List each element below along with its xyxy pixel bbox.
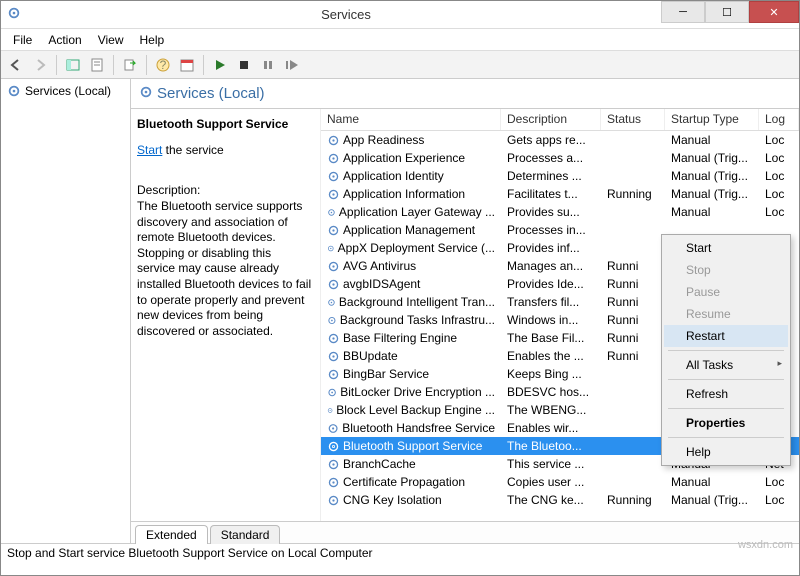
gear-icon	[327, 476, 340, 489]
start-link[interactable]: Start	[137, 143, 162, 157]
gear-icon	[327, 278, 340, 291]
tree-pane: Services (Local)	[1, 79, 131, 543]
tree-node-services-local[interactable]: Services (Local)	[5, 83, 126, 99]
ctx-pause[interactable]: Pause	[664, 281, 788, 303]
title-bar: Services ─ ☐ ✕	[1, 1, 799, 29]
pane-header: Services (Local)	[131, 79, 799, 109]
ctx-refresh[interactable]: Refresh	[664, 383, 788, 405]
table-row[interactable]: App ReadinessGets apps re...ManualLoc	[321, 131, 799, 149]
col-startup-type[interactable]: Startup Type	[665, 109, 759, 130]
properties-toolbar-button[interactable]	[86, 54, 108, 76]
window-title: Services	[31, 7, 661, 22]
gear-icon	[327, 368, 340, 381]
col-name[interactable]: Name	[321, 109, 501, 130]
ctx-restart[interactable]: Restart	[664, 325, 788, 347]
start-service-line: Start the service	[137, 143, 312, 157]
ctx-help[interactable]: Help	[664, 441, 788, 463]
col-logon[interactable]: Log	[759, 109, 799, 130]
gear-icon	[327, 152, 340, 165]
gear-icon	[327, 386, 337, 399]
export-button[interactable]	[119, 54, 141, 76]
selected-service-name: Bluetooth Support Service	[137, 117, 312, 131]
help-toolbar-button[interactable]: ?	[152, 54, 174, 76]
gear-icon	[327, 134, 340, 147]
close-button[interactable]: ✕	[749, 1, 799, 23]
app-icon	[7, 6, 25, 24]
gear-icon	[327, 206, 336, 219]
gear-icon	[327, 314, 337, 327]
menu-help[interactable]: Help	[132, 31, 173, 49]
tab-standard[interactable]: Standard	[210, 525, 281, 544]
toolbar: ?	[1, 51, 799, 79]
pane-title: Services (Local)	[157, 85, 265, 102]
table-row[interactable]: Application ExperienceProcesses a...Manu…	[321, 149, 799, 167]
svg-text:?: ?	[160, 58, 167, 72]
gear-icon	[327, 458, 340, 471]
menu-view[interactable]: View	[90, 31, 132, 49]
gear-icon	[327, 170, 340, 183]
menu-bar: File Action View Help	[1, 29, 799, 51]
minimize-button[interactable]: ─	[661, 1, 705, 23]
gear-icon	[327, 242, 335, 255]
tree-node-label: Services (Local)	[25, 84, 111, 98]
table-row[interactable]: Certificate PropagationCopies user ...Ma…	[321, 473, 799, 491]
list-header: Name Description Status Startup Type Log	[321, 109, 799, 131]
gear-icon	[327, 422, 339, 435]
gear-icon	[327, 188, 340, 201]
gear-icon	[327, 224, 340, 237]
calendar-icon[interactable]	[176, 54, 198, 76]
watermark: wsxdn.com	[738, 539, 793, 551]
gear-icon	[327, 494, 340, 507]
gear-icon	[139, 85, 153, 102]
table-row[interactable]: CNG Key IsolationThe CNG ke...RunningMan…	[321, 491, 799, 509]
description-text: The Bluetooth service supports discovery…	[137, 199, 312, 339]
status-bar: Stop and Start service Bluetooth Support…	[1, 543, 799, 563]
maximize-button[interactable]: ☐	[705, 1, 749, 23]
gear-icon	[327, 260, 340, 273]
ctx-stop[interactable]: Stop	[664, 259, 788, 281]
gear-icon	[327, 350, 340, 363]
menu-file[interactable]: File	[5, 31, 40, 49]
col-description[interactable]: Description	[501, 109, 601, 130]
col-status[interactable]: Status	[601, 109, 665, 130]
forward-button[interactable]	[29, 54, 51, 76]
ctx-resume[interactable]: Resume	[664, 303, 788, 325]
pause-service-button[interactable]	[257, 54, 279, 76]
restart-service-button[interactable]	[281, 54, 303, 76]
table-row[interactable]: Application InformationFacilitates t...R…	[321, 185, 799, 203]
gear-icon	[7, 84, 21, 98]
gear-icon	[327, 440, 340, 453]
gear-icon	[327, 332, 340, 345]
table-row[interactable]: Application Layer Gateway ...Provides su…	[321, 203, 799, 221]
context-menu: Start Stop Pause Resume Restart All Task…	[661, 234, 791, 466]
start-service-button[interactable]	[209, 54, 231, 76]
back-button[interactable]	[5, 54, 27, 76]
ctx-all-tasks[interactable]: All Tasks	[664, 354, 788, 376]
description-label: Description:	[137, 183, 312, 197]
gear-icon	[327, 404, 333, 417]
tab-extended[interactable]: Extended	[135, 525, 208, 544]
show-hide-tree-button[interactable]	[62, 54, 84, 76]
detail-pane: Bluetooth Support Service Start the serv…	[131, 109, 321, 521]
table-row[interactable]: Application IdentityDetermines ...Manual…	[321, 167, 799, 185]
ctx-start[interactable]: Start	[664, 237, 788, 259]
gear-icon	[327, 296, 336, 309]
bottom-tabs: Extended Standard	[131, 521, 799, 543]
stop-service-button[interactable]	[233, 54, 255, 76]
menu-action[interactable]: Action	[40, 31, 89, 49]
ctx-properties[interactable]: Properties	[664, 412, 788, 434]
